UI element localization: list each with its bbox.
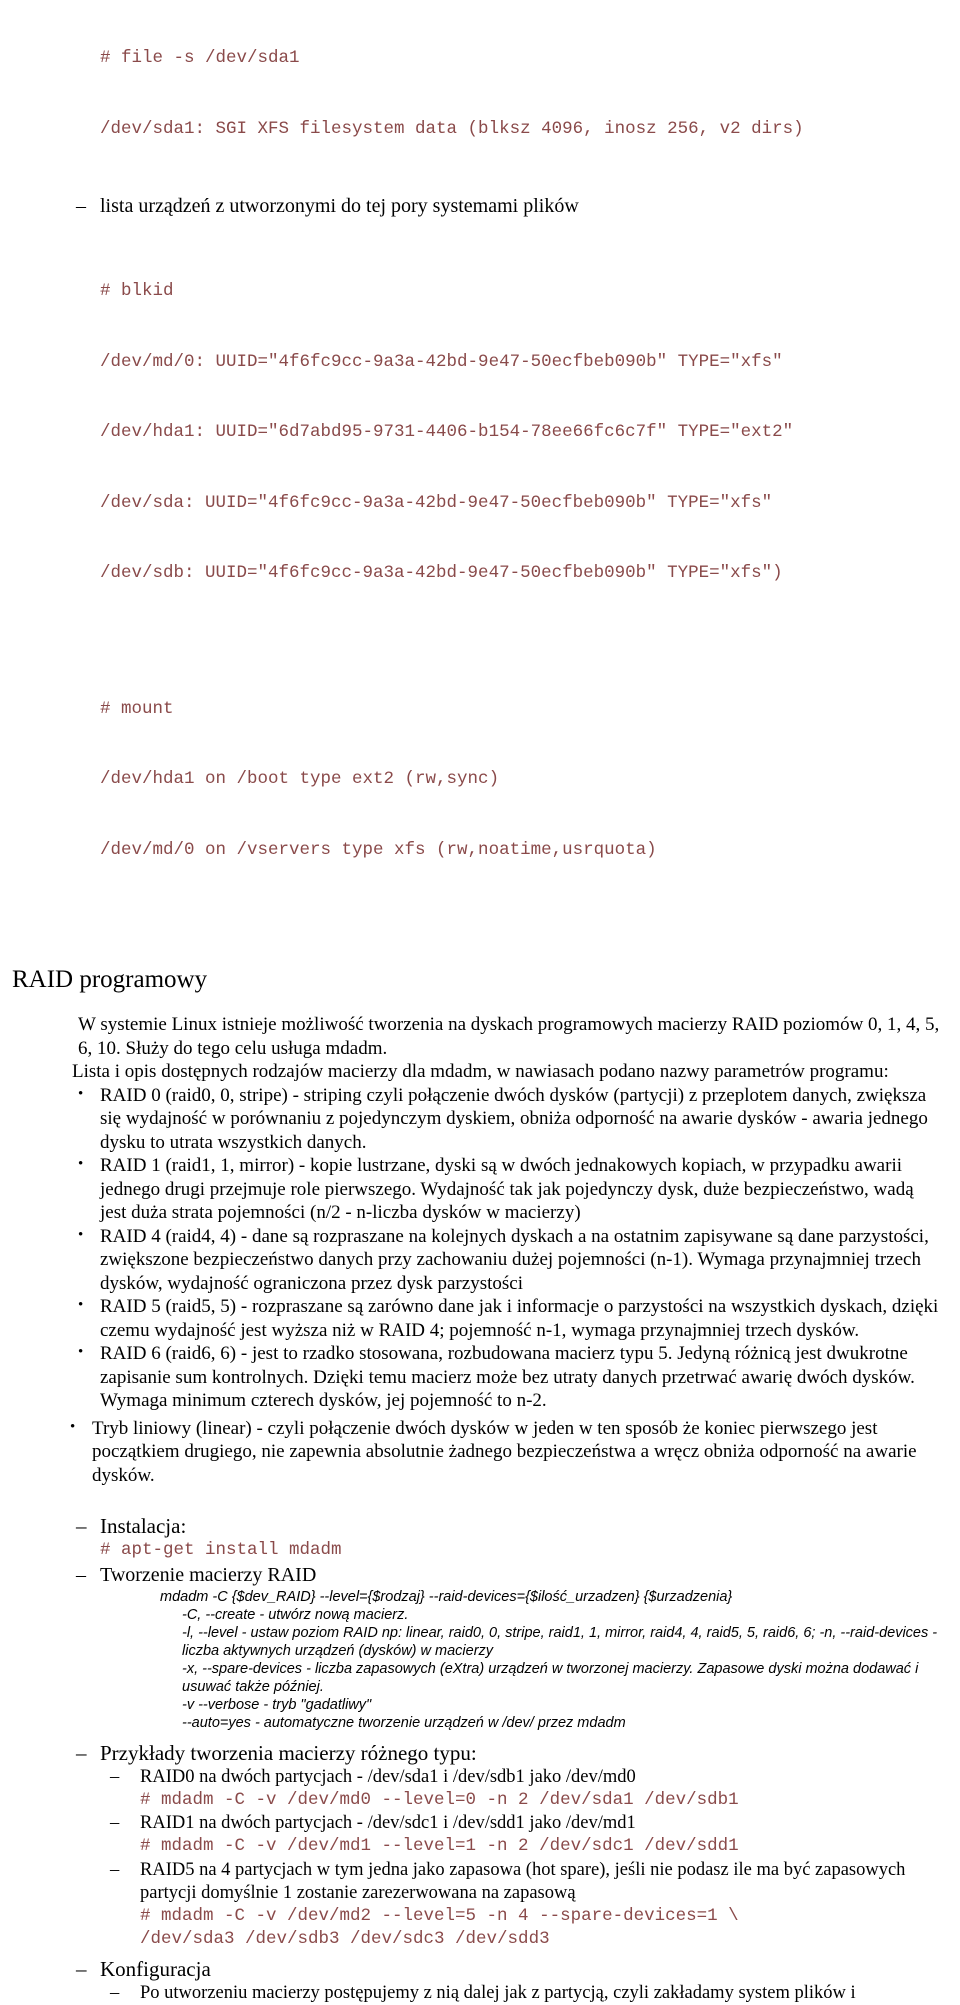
example-item-raid1: – RAID1 na dwóch partycjach - /dev/sdc1 … (110, 1812, 960, 1835)
example-item-raid0-desc: RAID0 na dwóch partycjach - /dev/sda1 i … (140, 1766, 636, 1787)
terminal-block-file: # file -s /dev/sda1 /dev/sda1: SGI XFS f… (100, 0, 960, 188)
dash-marker-icon: – (76, 1956, 87, 1981)
example-item-raid5-desc: RAID5 na 4 partycjach w tym jedna jako z… (140, 1859, 906, 1903)
dash-marker-icon: – (76, 1740, 87, 1765)
terminal-output-blkid-2: /dev/sda: UUID="4f6fc9cc-9a3a-42bd-9e47-… (100, 492, 773, 513)
example-item-raid0: – RAID0 na dwóch partycjach - /dev/sda1 … (110, 1766, 960, 1789)
configuration-heading: Konfiguracja (100, 1956, 211, 1981)
note-devices: – lista urządzeń z utworzonymi do tej po… (76, 194, 960, 219)
install-label-row: – Instalacja: (76, 1513, 960, 1539)
create-array-label: Tworzenie macierzy RAID (100, 1563, 317, 1586)
dash-marker-icon: – (76, 1514, 87, 1538)
example-command-raid5: # mdadm -C -v /dev/md2 --level=5 -n 4 --… (140, 1905, 739, 1950)
dash-marker-icon: – (110, 1813, 120, 1833)
list-item-raid6: • RAID 6 (raid6, 6) - jest to rzadko sto… (78, 1342, 960, 1413)
list-item-raid5: • RAID 5 (raid5, 5) - rozpraszane są zar… (78, 1295, 960, 1342)
list-item-raid0: • RAID 0 (raid0, 0, stripe) - striping c… (78, 1084, 960, 1155)
list-item-raid1: • RAID 1 (raid1, 1, mirror) - kopie lust… (78, 1154, 960, 1225)
list-item-raid6-text: RAID 6 (raid6, 6) - jest to rzadko stoso… (100, 1343, 915, 1411)
configuration-item: – Po utworzeniu macierzy postępujemy z n… (110, 1982, 960, 2005)
example-item-raid1-desc: RAID1 na dwóch partycjach - /dev/sdc1 i … (140, 1813, 636, 1833)
example-command-raid0: # mdadm -C -v /dev/md0 --level=0 -n 2 /d… (140, 1789, 739, 1810)
terminal-output-blkid-3: /dev/sdb: UUID="4f6fc9cc-9a3a-42bd-9e47-… (100, 563, 783, 583)
list-item-raid4-text: RAID 4 (raid4, 4) - dane są rozpraszane … (100, 1225, 929, 1294)
bullet-dot-icon: • (78, 1226, 84, 1243)
mdadm-option-verbose: -v --verbose - tryb "gadatliwy" (182, 1696, 372, 1713)
examples-heading: Przykłady tworzenia macierzy różnego typ… (100, 1740, 477, 1765)
install-label: Instalacja: (100, 1514, 187, 1538)
raid-list-lead: Lista i opis dostępnych rodzajów macierz… (72, 1061, 889, 1082)
terminal-output-blkid-0: /dev/md/0: UUID="4f6fc9cc-9a3a-42bd-9e47… (100, 351, 783, 372)
mdadm-option-level: -l, --level - ustaw poziom RAID np: line… (182, 1624, 938, 1659)
terminal-command-blkid: # blkid (100, 281, 174, 301)
dash-marker-icon: – (110, 1859, 120, 1880)
terminal-block-blkid: # blkid /dev/md/0: UUID="4f6fc9cc-9a3a-4… (100, 233, 960, 633)
list-item-linear-text: Tryb liniowy (linear) - czyli połączenie… (92, 1417, 917, 1486)
list-item-raid1-text: RAID 1 (raid1, 1, mirror) - kopie lustrz… (100, 1155, 914, 1223)
configuration-heading-row: – Konfiguracja (76, 1956, 960, 1982)
note-devices-text: lista urządzeń z utworzonymi do tej pory… (100, 195, 579, 217)
create-array-label-row: – Tworzenie macierzy RAID (76, 1563, 960, 1588)
bullet-dot-icon: • (78, 1156, 84, 1172)
terminal-output-file: /dev/sda1: SGI XFS filesystem data (blks… (100, 118, 804, 139)
dash-marker-icon: – (76, 195, 86, 217)
terminal-output-mount-1: /dev/md/0 on /vservers type xfs (rw,noat… (100, 839, 657, 860)
terminal-command-mount: # mount (100, 698, 174, 719)
configuration-item-text: Po utworzeniu macierzy postępujemy z nią… (140, 1982, 856, 2003)
mdadm-option-spare-devices: -x, --spare-devices - liczba zapasowych … (182, 1660, 919, 1695)
dash-marker-icon: – (76, 1563, 86, 1586)
terminal-command-file: # file -s /dev/sda1 (100, 48, 300, 68)
document-page: # file -s /dev/sda1 /dev/sda1: SGI XFS f… (0, 0, 960, 2003)
bullet-dot-icon: • (78, 1344, 84, 1360)
mdadm-syntax: mdadm -C {$dev_RAID} --level={$rodzaj} -… (160, 1588, 733, 1605)
example-item-raid5: – RAID5 na 4 partycjach w tym jedna jako… (110, 1859, 960, 1905)
list-item-raid4: • RAID 4 (raid4, 4) - dane są rozpraszan… (78, 1225, 960, 1296)
examples-heading-row: – Przykłady tworzenia macierzy różnego t… (76, 1740, 960, 1766)
bullet-dot-icon: • (78, 1297, 84, 1313)
dash-marker-icon: – (110, 1982, 120, 2003)
example-command-raid1: # mdadm -C -v /dev/md1 --level=1 -n 2 /d… (140, 1836, 739, 1856)
bullet-dot-icon: • (78, 1085, 84, 1102)
terminal-output-blkid-1: /dev/hda1: UUID="6d7abd95-9731-4406-b154… (100, 422, 794, 442)
mdadm-option-auto: --auto=yes - automatyczne tworzenie urzą… (182, 1714, 626, 1731)
list-item-raid5-text: RAID 5 (raid5, 5) - rozpraszane są zarów… (100, 1296, 939, 1341)
install-command: # apt-get install mdadm (100, 1540, 342, 1560)
terminal-block-mount: # mount /dev/hda1 on /boot type ext2 (rw… (100, 651, 960, 910)
bullet-dot-icon: • (70, 1418, 76, 1435)
dash-marker-icon: – (110, 1766, 120, 1787)
section-heading-raid: RAID programowy (12, 966, 208, 993)
list-item-linear: • Tryb liniowy (linear) - czyli połączen… (70, 1417, 960, 1488)
raid-intro-paragraph: W systemie Linux istnieje możliwość twor… (78, 1014, 940, 1059)
list-item-raid0-text: RAID 0 (raid0, 0, stripe) - striping czy… (100, 1084, 928, 1153)
mdadm-option-create: -C, --create - utwórz nową macierz. (182, 1606, 409, 1623)
terminal-output-mount-0: /dev/hda1 on /boot type ext2 (rw,sync) (100, 769, 500, 789)
